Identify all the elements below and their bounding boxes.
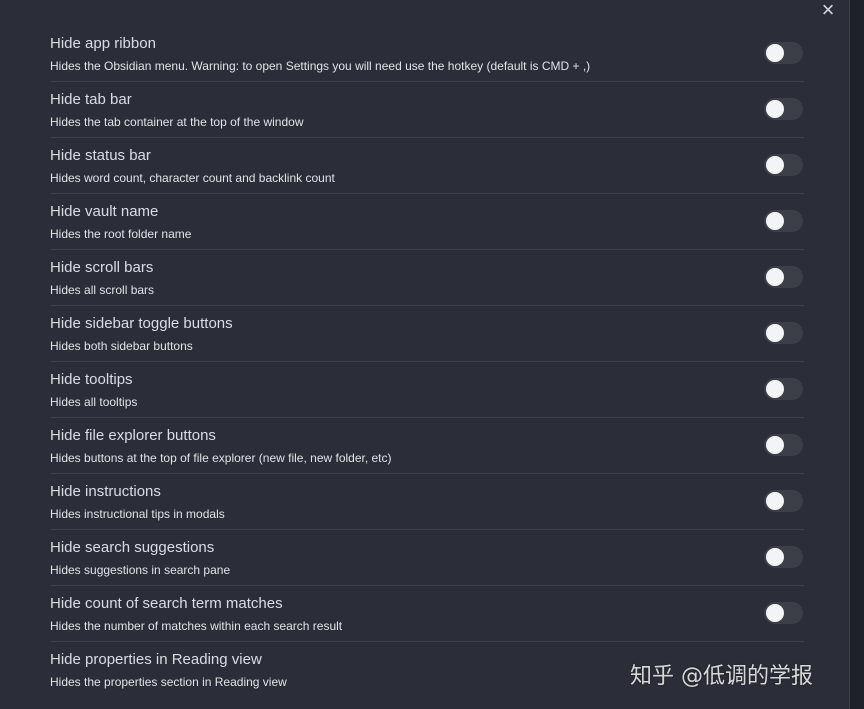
toggle-hide-vault-name[interactable] [764,210,803,232]
setting-item-hide-count-of-search-term-matches: Hide count of search term matches Hides … [50,586,804,642]
setting-name: Hide instructions [50,483,161,500]
watermark: 知乎 @低调的学报 [630,664,813,689]
setting-item-hide-file-explorer-buttons: Hide file explorer buttons Hides buttons… [50,418,804,474]
setting-name: Hide search suggestions [50,539,215,556]
setting-description: Hides the root folder name [50,227,192,241]
setting-item-hide-tooltips: Hide tooltips Hides all tooltips [50,362,804,418]
toggle-knob [766,604,784,622]
toggle-knob [766,44,784,62]
setting-item-hide-vault-name: Hide vault name Hides the root folder na… [50,194,804,250]
setting-description: Hides the Obsidian menu. Warning: to ope… [50,59,591,73]
setting-description: Hides word count, character count and ba… [50,171,335,185]
setting-description: Hides the properties section in Reading … [50,675,287,689]
setting-name: Hide scroll bars [50,259,154,276]
setting-name: Hide properties in Reading view [50,651,262,668]
setting-item-hide-sidebar-toggle-buttons: Hide sidebar toggle buttons Hides both s… [50,306,804,362]
toggle-hide-app-ribbon[interactable] [764,42,803,64]
setting-name: Hide vault name [50,203,159,220]
setting-description: Hides both sidebar buttons [50,339,193,353]
setting-description: Hides instructional tips in modals [50,507,225,521]
setting-description: Hides buttons at the top of file explore… [50,451,392,465]
toggle-hide-tooltips[interactable] [764,378,803,400]
setting-name: Hide file explorer buttons [50,427,216,444]
setting-item-hide-status-bar: Hide status bar Hides word count, charac… [50,138,804,194]
toggle-knob [766,156,784,174]
setting-description: Hides the tab container at the top of th… [50,115,304,129]
setting-name: Hide count of search term matches [50,595,283,612]
toggle-knob [766,548,784,566]
setting-item-hide-app-ribbon: Hide app ribbon Hides the Obsidian menu.… [50,26,804,82]
setting-description: Hides suggestions in search pane [50,563,231,577]
toggle-knob [766,212,784,230]
toggle-hide-instructions[interactable] [764,490,803,512]
toggle-hide-file-explorer-buttons[interactable] [764,434,803,456]
toggle-knob [766,268,784,286]
setting-name: Hide sidebar toggle buttons [50,315,233,332]
toggle-hide-status-bar[interactable] [764,154,803,176]
setting-item-hide-scroll-bars: Hide scroll bars Hides all scroll bars [50,250,804,306]
setting-item-hide-tab-bar: Hide tab bar Hides the tab container at … [50,82,804,138]
setting-description: Hides the number of matches within each … [50,619,343,633]
setting-description: Hides all tooltips [50,395,138,409]
setting-name: Hide tooltips [50,371,133,388]
toggle-hide-sidebar-toggle-buttons[interactable] [764,322,803,344]
toggle-knob [766,436,784,454]
setting-name: Hide tab bar [50,91,132,108]
toggle-hide-tab-bar[interactable] [764,98,803,120]
toggle-hide-scroll-bars[interactable] [764,266,803,288]
toggle-knob [766,492,784,510]
toggle-hide-search-suggestions[interactable] [764,546,803,568]
settings-list: Hide app ribbon Hides the Obsidian menu.… [50,26,804,697]
toggle-knob [766,324,784,342]
setting-description: Hides all scroll bars [50,283,155,297]
settings-modal: × Hide app ribbon Hides the Obsidian men… [0,0,850,709]
toggle-knob [766,380,784,398]
toggle-knob [766,100,784,118]
setting-name: Hide status bar [50,147,151,164]
setting-item-hide-search-suggestions: Hide search suggestions Hides suggestion… [50,530,804,586]
close-button[interactable]: × [814,0,842,22]
toggle-hide-count-of-search-term-matches[interactable] [764,602,803,624]
setting-name: Hide app ribbon [50,35,156,52]
setting-item-hide-instructions: Hide instructions Hides instructional ti… [50,474,804,530]
close-icon: × [821,0,835,22]
